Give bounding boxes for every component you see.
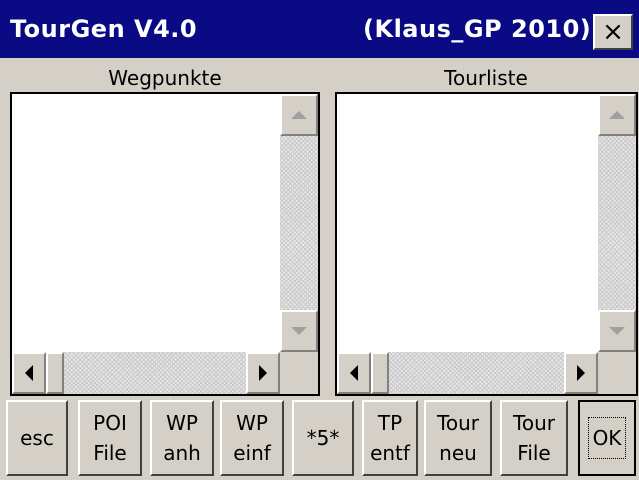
- scroll-up-button[interactable]: [280, 94, 318, 136]
- close-icon: ×: [602, 17, 624, 47]
- wegpunkte-label: Wegpunkte: [108, 66, 222, 90]
- ok-button[interactable]: OK: [578, 400, 636, 476]
- tp-entf-button[interactable]: TP entf: [362, 400, 418, 476]
- button-label-line2: File: [517, 441, 551, 465]
- wp-anh-button[interactable]: WP anh: [150, 400, 214, 476]
- arrow-up-icon: [291, 111, 307, 119]
- button-label-line2: einf: [233, 441, 271, 465]
- tour-neu-button[interactable]: Tour neu: [424, 400, 492, 476]
- tourliste-listbox[interactable]: [335, 92, 638, 396]
- tourliste-vertical-scrollbar[interactable]: [598, 94, 636, 352]
- scrollbar-corner: [598, 352, 636, 394]
- tour-file-button[interactable]: Tour File: [500, 400, 568, 476]
- arrow-down-icon: [609, 327, 625, 335]
- arrow-down-icon: [291, 327, 307, 335]
- button-label-line2: neu: [439, 441, 477, 465]
- button-label-line1: WP: [236, 411, 268, 435]
- tourliste-label: Tourliste: [444, 66, 528, 90]
- poi-file-button[interactable]: POI File: [78, 400, 142, 476]
- star-five-button[interactable]: *5*: [292, 400, 354, 476]
- wp-einf-button[interactable]: WP einf: [220, 400, 284, 476]
- title-bar: TourGen V4.0 (Klaus_GP 2010) ×: [0, 0, 639, 58]
- button-label: esc: [20, 426, 54, 450]
- button-label-line1: WP: [166, 411, 198, 435]
- scroll-thumb[interactable]: [371, 352, 389, 394]
- arrow-left-icon: [350, 365, 358, 381]
- esc-button[interactable]: esc: [6, 400, 68, 476]
- wegpunkte-listbox[interactable]: [10, 92, 320, 396]
- scroll-left-button[interactable]: [337, 352, 371, 394]
- scroll-down-button[interactable]: [280, 310, 318, 352]
- button-label: *5*: [306, 426, 340, 450]
- button-label-line2: anh: [163, 441, 201, 465]
- wegpunkte-horizontal-scrollbar[interactable]: [12, 352, 280, 394]
- close-button[interactable]: ×: [593, 14, 633, 50]
- window-subtitle: (Klaus_GP 2010): [363, 15, 592, 43]
- button-label-line1: POI: [93, 411, 127, 435]
- tourliste-horizontal-scrollbar[interactable]: [337, 352, 598, 394]
- button-label: OK: [587, 417, 627, 459]
- scroll-down-button[interactable]: [598, 310, 636, 352]
- scroll-thumb[interactable]: [46, 352, 64, 394]
- scroll-up-button[interactable]: [598, 94, 636, 136]
- button-label-line2: File: [93, 441, 127, 465]
- scroll-left-button[interactable]: [12, 352, 46, 394]
- button-label-line2: entf: [370, 441, 410, 465]
- arrow-up-icon: [609, 111, 625, 119]
- button-label-line1: Tour: [437, 411, 479, 435]
- window-title: TourGen V4.0: [10, 15, 198, 43]
- scroll-right-button[interactable]: [246, 352, 280, 394]
- arrow-right-icon: [577, 365, 585, 381]
- arrow-right-icon: [259, 365, 267, 381]
- scroll-right-button[interactable]: [564, 352, 598, 394]
- arrow-left-icon: [25, 365, 33, 381]
- button-label-line1: TP: [377, 411, 403, 435]
- scrollbar-corner: [280, 352, 318, 394]
- button-label-line1: Tour: [513, 411, 555, 435]
- wegpunkte-vertical-scrollbar[interactable]: [280, 94, 318, 352]
